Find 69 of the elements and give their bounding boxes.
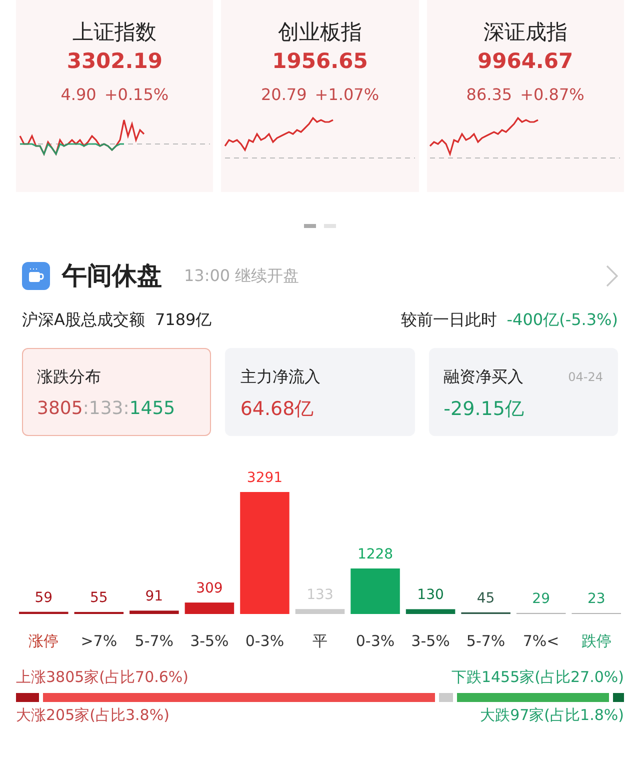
- compare-label: 较前一日此时: [400, 309, 497, 331]
- index-percent: +0.15%: [104, 84, 169, 106]
- category-label: 涨停: [28, 632, 59, 650]
- category-label: 0-3%: [245, 632, 284, 650]
- index-card[interactable]: 深证成指 9964.67 86.35 +0.87%: [426, 0, 624, 192]
- index-value: 1956.65: [272, 48, 368, 75]
- bar: [406, 609, 456, 614]
- compare-value: -400亿(-5.3%): [506, 309, 618, 331]
- index-name: 创业板指: [278, 19, 362, 46]
- stat-card[interactable]: 涨跌分布 3805:133:1455: [22, 348, 212, 436]
- index-name: 深证成指: [483, 19, 568, 46]
- bar-value-label: 59: [34, 590, 53, 606]
- index-value: 3302.19: [66, 48, 162, 75]
- session-title: 午间休盘: [62, 260, 162, 292]
- stat-date: 04-24: [568, 369, 603, 386]
- category-label: 5-7%: [466, 632, 506, 650]
- category-label: >7%: [80, 632, 118, 650]
- down-summary: 下跌1455家(占比27.0%): [451, 667, 624, 688]
- stat-value: 64.68亿: [240, 397, 315, 422]
- bar: [19, 612, 68, 614]
- index-card[interactable]: 上证指数 3302.19 4.90 +0.15%: [16, 0, 214, 192]
- up-count: 3805: [37, 397, 83, 421]
- stat-title: 涨跌分布: [37, 366, 101, 388]
- bar: [295, 609, 345, 614]
- category-label: 5-7%: [134, 632, 174, 650]
- category-label: 7%<: [522, 632, 560, 650]
- index-percent: +1.07%: [314, 84, 380, 106]
- session-subtitle: 13:00 继续开盘: [184, 265, 300, 287]
- bar: [74, 612, 124, 614]
- bar: [130, 610, 179, 614]
- index-value: 9964.67: [477, 48, 574, 75]
- index-change: 86.35: [466, 84, 512, 106]
- bar: [350, 568, 400, 614]
- big-up-summary: 大涨205家(占比3.8%): [16, 704, 170, 726]
- category-label: 平: [312, 632, 328, 650]
- category-label: 跌停: [581, 632, 612, 650]
- bar-value-label: 45: [476, 590, 495, 606]
- ratio-separator: :: [82, 397, 89, 421]
- category-label: 3-5%: [190, 632, 229, 650]
- coffee-cup-icon: [22, 262, 50, 290]
- bar-value-label: 29: [532, 590, 550, 607]
- stat-value: -29.15亿: [444, 397, 525, 422]
- stat-card[interactable]: 融资净买入 04-24 -29.15亿: [428, 348, 618, 436]
- ratio-separator: :: [123, 397, 130, 421]
- down-count: 1455: [129, 397, 176, 421]
- index-name: 上证指数: [72, 19, 157, 46]
- index-percent: +0.87%: [520, 84, 584, 106]
- bar-value-label: 130: [417, 587, 444, 604]
- category-label: 0-3%: [356, 632, 395, 650]
- index-change: 20.79: [260, 84, 307, 106]
- category-label: 3-5%: [411, 632, 450, 650]
- up-summary: 上涨3805家(占比70.6%): [16, 667, 189, 688]
- bar-value-label: 91: [145, 588, 164, 605]
- bar-value-label: 55: [90, 590, 108, 606]
- bar: [184, 602, 234, 614]
- bar-value-label: 3291: [246, 470, 283, 486]
- chevron-right-icon[interactable]: [606, 265, 618, 287]
- turnover-value: 7189亿: [154, 309, 212, 331]
- bar-value-label: 309: [196, 580, 223, 597]
- bar-value-label: 1228: [357, 546, 394, 562]
- index-card[interactable]: 创业板指 1956.65 20.79 +1.07%: [221, 0, 419, 192]
- big-down-summary: 大跌97家(占比1.8%): [480, 704, 624, 726]
- stat-card[interactable]: 主力净流入 64.68亿: [225, 348, 415, 436]
- turnover-label: 沪深A股总成交额: [22, 309, 145, 331]
- index-change: 4.90: [60, 84, 96, 106]
- stat-title: 主力净流入: [240, 366, 320, 388]
- flat-count: 133: [88, 397, 124, 421]
- bar-value-label: 23: [587, 591, 606, 607]
- stat-title: 融资净买入: [444, 366, 524, 388]
